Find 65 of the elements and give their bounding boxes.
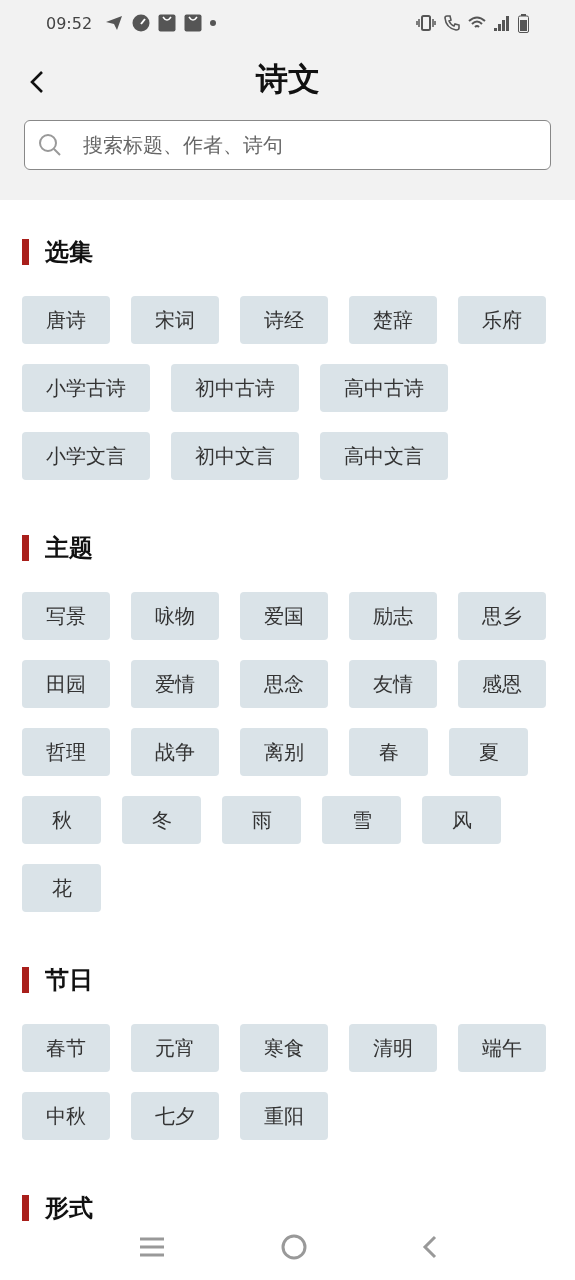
dot-icon: [210, 20, 217, 26]
tag-chip[interactable]: 宋词: [131, 296, 219, 344]
signal-icon: [494, 15, 510, 31]
tag-chip[interactable]: 寒食: [240, 1024, 328, 1072]
section-title: 节日: [45, 965, 93, 995]
tag-chip[interactable]: 思乡: [458, 592, 546, 640]
tag-chip[interactable]: 小学文言: [22, 432, 150, 480]
tag-chip[interactable]: 咏物: [131, 592, 219, 640]
phone-icon: [444, 15, 460, 31]
paper-plane-icon: [104, 14, 125, 32]
tag-chip[interactable]: 雪: [322, 796, 401, 844]
wifi-icon: [468, 16, 486, 30]
tag-chip[interactable]: 小学古诗: [22, 364, 150, 412]
tag-chip[interactable]: 励志: [349, 592, 437, 640]
tag-chip[interactable]: 田园: [22, 660, 110, 708]
tag-chip[interactable]: 清明: [349, 1024, 437, 1072]
tag-chip[interactable]: 感恩: [458, 660, 546, 708]
tag-chip[interactable]: 七夕: [131, 1092, 219, 1140]
tag-chip[interactable]: 友情: [349, 660, 437, 708]
section-title: 选集: [45, 237, 93, 267]
tag-chip[interactable]: 写景: [22, 592, 110, 640]
tag-chip[interactable]: 思念: [240, 660, 328, 708]
tag-chip[interactable]: 冬: [122, 796, 201, 844]
section-marker: [22, 967, 29, 993]
section-marker: [22, 239, 29, 265]
tag-chip[interactable]: 夏: [449, 728, 528, 776]
tag-chip[interactable]: 高中古诗: [320, 364, 448, 412]
battery-icon: [518, 13, 529, 33]
tag-chip[interactable]: 战争: [131, 728, 219, 776]
vibrate-icon: [416, 15, 436, 31]
tag-chip[interactable]: 高中文言: [320, 432, 448, 480]
search-icon: [38, 133, 62, 157]
menu-icon[interactable]: [137, 1235, 166, 1259]
tag-chip[interactable]: 哲理: [22, 728, 110, 776]
section-title: 主题: [45, 533, 93, 563]
tag-chip[interactable]: 初中古诗: [171, 364, 299, 412]
tag-chip[interactable]: 花: [22, 864, 101, 912]
status-time: 09:52: [46, 13, 93, 33]
section-marker: [22, 1195, 29, 1221]
tag-chip[interactable]: 爱国: [240, 592, 328, 640]
home-icon[interactable]: [280, 1234, 307, 1260]
tag-chip[interactable]: 唐诗: [22, 296, 110, 344]
gauge-icon: [132, 14, 151, 32]
tag-chip[interactable]: 风: [422, 796, 501, 844]
tag-chip[interactable]: 重阳: [240, 1092, 328, 1140]
tag-chip[interactable]: 诗经: [240, 296, 328, 344]
tag-chip[interactable]: 春: [349, 728, 428, 776]
tag-chip[interactable]: 爱情: [131, 660, 219, 708]
search-field[interactable]: 搜索标题、作者、诗句: [24, 120, 551, 170]
tag-chip[interactable]: 端午: [458, 1024, 546, 1072]
tag-chip[interactable]: 秋: [22, 796, 101, 844]
tag-chip[interactable]: 离别: [240, 728, 328, 776]
shopping-bag-icon: [158, 14, 177, 32]
page-title: 诗文: [255, 59, 320, 100]
tag-chip[interactable]: 元宵: [131, 1024, 219, 1072]
tag-chip[interactable]: 楚辞: [349, 296, 437, 344]
section-marker: [22, 535, 29, 561]
tag-chip[interactable]: 中秋: [22, 1092, 110, 1140]
section-title: 形式: [45, 1193, 93, 1223]
back-icon[interactable]: [421, 1234, 438, 1260]
tag-chip[interactable]: 雨: [222, 796, 301, 844]
tag-chip[interactable]: 乐府: [458, 296, 546, 344]
tag-chip[interactable]: 初中文言: [171, 432, 299, 480]
tag-chip[interactable]: 春节: [22, 1024, 110, 1072]
shopping-bag-icon: [184, 14, 203, 32]
